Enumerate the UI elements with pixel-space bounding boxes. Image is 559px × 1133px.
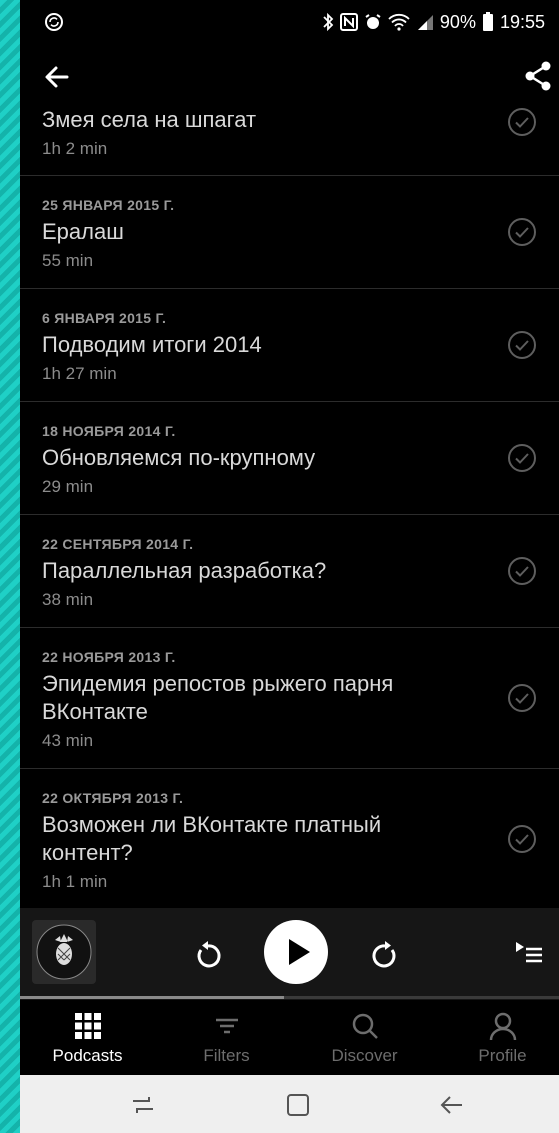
bottom-tab-bar: Podcasts Filters Discover Profile	[20, 1000, 559, 1075]
tab-profile[interactable]: Profile	[435, 1000, 559, 1075]
podcast-artwork[interactable]	[32, 920, 96, 984]
tab-discover[interactable]: Discover	[297, 1000, 432, 1075]
tab-label: Podcasts	[52, 1046, 123, 1065]
episode-row[interactable]: 18 НОЯБРЯ 2014 Г. Обновляемся по-крупном…	[20, 402, 559, 515]
tab-podcasts[interactable]: Podcasts	[20, 1000, 155, 1075]
grid-icon	[74, 1012, 102, 1040]
episode-title: Возможен ли ВКонтакте платный контент?	[42, 812, 382, 865]
episode-date: 22 НОЯБРЯ 2013 Г.	[42, 649, 176, 665]
played-check-icon[interactable]	[507, 556, 537, 586]
episode-row[interactable]: Змея села на шпагат 1h 2 min	[20, 100, 559, 176]
episode-row[interactable]: 22 СЕНТЯБРЯ 2014 Г. Параллельная разрабо…	[20, 515, 559, 628]
episode-title: Подводим итоги 2014	[42, 332, 262, 357]
episode-duration: 1h 2 min	[42, 139, 108, 158]
episode-date: 22 ОКТЯБРЯ 2013 Г.	[42, 790, 184, 806]
skip-forward-button[interactable]	[369, 938, 401, 970]
episode-row[interactable]: 6 ЯНВАРЯ 2015 Г. Подводим итоги 2014 1h …	[20, 289, 559, 402]
episode-list: Змея села на шпагат 1h 2 min 25 ЯНВАРЯ 2…	[20, 100, 559, 908]
back-arrow-icon[interactable]	[42, 62, 72, 92]
episode-row[interactable]: 22 ОКТЯБРЯ 2013 Г. Возможен ли ВКонтакте…	[20, 769, 559, 908]
tab-label: Profile	[478, 1046, 527, 1065]
episode-date: 22 СЕНТЯБРЯ 2014 Г.	[42, 536, 194, 552]
episode-duration: 43 min	[42, 731, 94, 750]
pineapple-logo-icon	[36, 924, 92, 980]
episode-duration: 38 min	[42, 590, 94, 609]
play-button[interactable]	[264, 920, 328, 984]
episode-duration: 55 min	[42, 251, 94, 270]
status-right: 90% 19:55	[322, 12, 545, 33]
battery-percent: 90%	[439, 11, 476, 32]
app-bar	[20, 44, 559, 108]
alarm-icon	[364, 13, 382, 31]
played-check-icon[interactable]	[507, 683, 537, 713]
skip-forward-icon	[372, 941, 396, 968]
person-icon	[489, 1012, 517, 1041]
share-icon[interactable]	[523, 60, 553, 92]
episode-duration: 29 min	[42, 477, 94, 496]
played-check-icon[interactable]	[507, 443, 537, 473]
episode-title: Параллельная разработка?	[42, 558, 327, 583]
episode-duration: 1h 1 min	[42, 872, 108, 891]
filter-icon	[213, 1012, 241, 1040]
episode-duration: 1h 27 min	[42, 364, 117, 383]
system-nav-bar	[20, 1075, 559, 1133]
skip-back-icon	[197, 941, 221, 968]
episode-title: Ералаш	[42, 219, 124, 244]
play-icon	[289, 939, 310, 965]
playback-progress-fill	[20, 996, 285, 999]
episode-date: 25 ЯНВАРЯ 2015 Г.	[42, 197, 175, 213]
played-check-icon[interactable]	[507, 217, 537, 247]
tab-label: Filters	[203, 1046, 250, 1065]
played-check-icon[interactable]	[507, 330, 537, 360]
episode-title: Обновляемся по-крупному	[42, 445, 316, 470]
search-icon	[351, 1012, 379, 1040]
signal-icon	[416, 13, 434, 31]
queue-icon	[516, 942, 542, 963]
phone-screen: 90% 19:55 Змея села на шпагат 1h 2 min 2…	[20, 0, 559, 1133]
skip-back-button[interactable]	[192, 938, 224, 970]
sync-icon	[44, 12, 64, 32]
system-back-icon[interactable]	[438, 1093, 466, 1117]
episode-date: 6 ЯНВАРЯ 2015 Г.	[42, 310, 167, 326]
episode-row[interactable]: 22 НОЯБРЯ 2013 Г. Эпидемия репостов рыже…	[20, 628, 559, 769]
status-time: 19:55	[499, 11, 545, 32]
episode-title: Змея села на шпагат	[42, 107, 257, 132]
battery-icon	[482, 12, 494, 32]
tab-filters[interactable]: Filters	[159, 1000, 294, 1075]
played-check-icon[interactable]	[507, 824, 537, 854]
bluetooth-icon	[322, 12, 334, 32]
home-icon[interactable]	[284, 1093, 312, 1117]
up-next-button[interactable]	[514, 940, 544, 966]
episode-title: Эпидемия репостов рыжего парня ВКонтакте	[42, 671, 394, 724]
episode-date: 18 НОЯБРЯ 2014 Г.	[42, 423, 176, 439]
nfc-icon	[339, 13, 358, 31]
recent-apps-icon[interactable]	[129, 1093, 157, 1117]
mini-player	[20, 908, 559, 1000]
tab-label: Discover	[331, 1046, 398, 1065]
playback-progress[interactable]	[20, 996, 559, 999]
played-check-icon[interactable]	[507, 107, 537, 137]
episode-row[interactable]: 25 ЯНВАРЯ 2015 Г. Ералаш 55 min	[20, 176, 559, 289]
wifi-icon	[388, 13, 410, 31]
status-bar: 90% 19:55	[20, 0, 559, 44]
